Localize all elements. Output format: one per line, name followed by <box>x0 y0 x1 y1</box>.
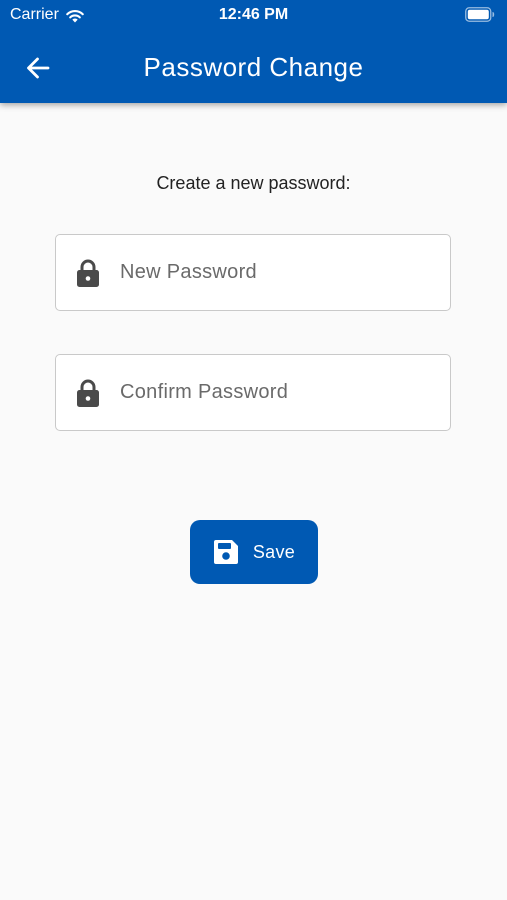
floppy-disk-icon <box>213 540 238 564</box>
navigation-bar: Password Change <box>0 40 507 94</box>
lock-icon <box>77 379 99 407</box>
status-bar: Carrier 12:46 PM <box>0 0 507 30</box>
lock-icon <box>77 259 99 287</box>
new-password-field[interactable] <box>55 234 451 311</box>
page-title: Password Change <box>143 52 364 82</box>
app-header: Carrier 12:46 PM Password Change <box>0 0 507 103</box>
confirm-password-field[interactable] <box>55 354 451 431</box>
status-time: 12:46 PM <box>218 6 289 23</box>
battery-icon <box>465 7 495 22</box>
new-password-input[interactable] <box>120 235 440 310</box>
save-button-label: Save <box>252 541 296 562</box>
confirm-password-input[interactable] <box>120 355 440 430</box>
instruction-text: Create a new password: <box>156 173 351 193</box>
save-button[interactable]: Save <box>190 520 318 584</box>
